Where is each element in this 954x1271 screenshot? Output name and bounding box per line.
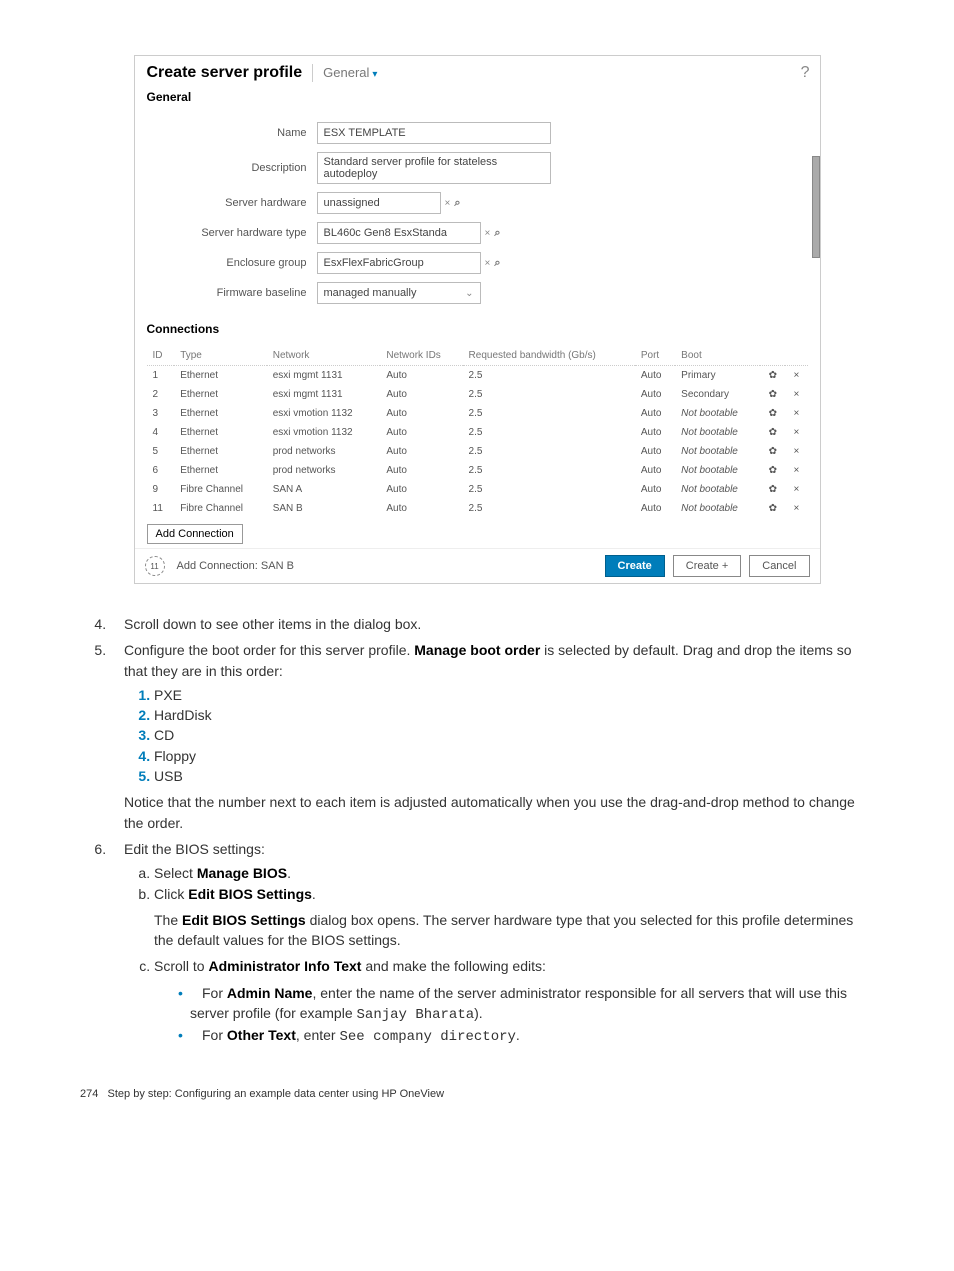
- col-network: Network: [267, 346, 381, 366]
- table-row: 3Ethernetesxi vmotion 1132Auto2.5AutoNot…: [147, 404, 808, 423]
- close-icon[interactable]: ×: [785, 461, 807, 480]
- step-6b: Click Edit BIOS Settings. The Edit BIOS …: [154, 884, 874, 951]
- step-4: Scroll down to see other items in the di…: [110, 614, 874, 634]
- gear-icon[interactable]: ✿: [760, 366, 785, 386]
- table-row: 11Fibre ChannelSAN BAuto2.5AutoNot boota…: [147, 499, 808, 518]
- boot-order-item: USB: [154, 766, 874, 786]
- network-link[interactable]: esxi mgmt 1131: [267, 385, 381, 404]
- boot-order-item: CD: [154, 725, 874, 745]
- label-server-hardware: Server hardware: [147, 197, 317, 209]
- col-requested-bw: Requested bandwidth (Gb/s): [463, 346, 635, 366]
- gear-icon[interactable]: ✿: [760, 461, 785, 480]
- section-dropdown[interactable]: General▾: [323, 65, 377, 80]
- search-icon[interactable]: ⌕: [454, 197, 460, 210]
- gear-icon[interactable]: ✿: [760, 404, 785, 423]
- network-link[interactable]: prod networks: [267, 461, 381, 480]
- label-server-hardware-type: Server hardware type: [147, 227, 317, 239]
- gear-icon[interactable]: ✿: [760, 480, 785, 499]
- create-button[interactable]: Create: [605, 555, 665, 577]
- close-icon[interactable]: ×: [785, 499, 807, 518]
- gear-icon[interactable]: ✿: [760, 423, 785, 442]
- document-body: Scroll down to see other items in the di…: [80, 614, 874, 1100]
- server-hardware-type-input[interactable]: BL460c Gen8 EsxStanda: [317, 222, 481, 244]
- table-row: 4Ethernetesxi vmotion 1132Auto2.5AutoNot…: [147, 423, 808, 442]
- gear-icon[interactable]: ✿: [760, 499, 785, 518]
- clear-icon[interactable]: ×: [485, 228, 491, 239]
- col-id: ID: [147, 346, 175, 366]
- network-link[interactable]: esxi vmotion 1132: [267, 423, 381, 442]
- bullet-other-text: For Other Text, enter See company direct…: [190, 1025, 874, 1047]
- close-icon[interactable]: ×: [785, 366, 807, 386]
- label-firmware-baseline: Firmware baseline: [147, 287, 317, 299]
- page-footer: 274 Step by step: Configuring an example…: [80, 1088, 874, 1100]
- enclosure-group-input[interactable]: EsxFlexFabricGroup: [317, 252, 481, 274]
- close-icon[interactable]: ×: [785, 442, 807, 461]
- close-icon[interactable]: ×: [785, 480, 807, 499]
- boot-order-item: PXE: [154, 685, 874, 705]
- close-icon[interactable]: ×: [785, 385, 807, 404]
- col-type: Type: [174, 346, 267, 366]
- step-6a: Select Manage BIOS.: [154, 863, 874, 883]
- table-row: 9Fibre ChannelSAN AAuto2.5AutoNot bootab…: [147, 480, 808, 499]
- step-6c: Scroll to Administrator Info Text and ma…: [154, 956, 874, 1047]
- label-enclosure-group: Enclosure group: [147, 257, 317, 269]
- server-hardware-input[interactable]: unassigned: [317, 192, 441, 214]
- boot-order-item: Floppy: [154, 746, 874, 766]
- search-icon[interactable]: ⌕: [494, 227, 500, 240]
- network-link[interactable]: SAN A: [267, 480, 381, 499]
- table-row: 5Ethernetprod networksAuto2.5AutoNot boo…: [147, 442, 808, 461]
- cancel-button[interactable]: Cancel: [749, 555, 809, 577]
- step-5: Configure the boot order for this server…: [110, 640, 874, 833]
- description-input[interactable]: Standard server profile for stateless au…: [317, 152, 551, 184]
- create-server-profile-dialog: Create server profile General▾ ? General…: [134, 55, 821, 584]
- dialog-title: Create server profile: [147, 64, 314, 82]
- bullet-admin-name: For Admin Name, enter the name of the se…: [190, 983, 874, 1026]
- close-icon[interactable]: ×: [785, 404, 807, 423]
- gear-icon[interactable]: ✿: [760, 385, 785, 404]
- connections-table: ID Type Network Network IDs Requested ba…: [147, 346, 808, 518]
- clear-icon[interactable]: ×: [485, 258, 491, 269]
- col-boot: Boot: [675, 346, 760, 366]
- close-icon[interactable]: ×: [785, 423, 807, 442]
- label-name: Name: [147, 127, 317, 139]
- scrollbar[interactable]: [812, 156, 820, 258]
- search-icon[interactable]: ⌕: [494, 257, 500, 270]
- create-plus-button[interactable]: Create +: [673, 555, 742, 577]
- network-link[interactable]: esxi vmotion 1132: [267, 404, 381, 423]
- table-row: 6Ethernetprod networksAuto2.5AutoNot boo…: [147, 461, 808, 480]
- boot-order-item: HardDisk: [154, 705, 874, 725]
- network-link[interactable]: esxi mgmt 1131: [267, 366, 381, 386]
- gear-icon[interactable]: ✿: [760, 442, 785, 461]
- name-input[interactable]: ESX TEMPLATE: [317, 122, 551, 144]
- footer-status-text: Add Connection: SAN B: [177, 560, 294, 572]
- label-description: Description: [147, 162, 317, 174]
- table-row: 1Ethernetesxi mgmt 1131Auto2.5AutoPrimar…: [147, 366, 808, 386]
- chevron-down-icon: ▾: [372, 69, 377, 80]
- section-connections-label: Connections: [135, 318, 820, 340]
- col-port: Port: [635, 346, 675, 366]
- add-connection-button[interactable]: Add Connection: [147, 524, 243, 544]
- step-6: Edit the BIOS settings: Select Manage BI…: [110, 839, 874, 1048]
- help-icon[interactable]: ?: [801, 64, 810, 82]
- section-general-label: General: [135, 86, 820, 108]
- progress-badge-icon: 11: [145, 556, 165, 576]
- network-link[interactable]: prod networks: [267, 442, 381, 461]
- clear-icon[interactable]: ×: [445, 198, 451, 209]
- firmware-baseline-select[interactable]: managed manually ⌄: [317, 282, 481, 304]
- table-row: 2Ethernetesxi mgmt 1131Auto2.5AutoSecond…: [147, 385, 808, 404]
- chevron-down-icon: ⌄: [465, 288, 473, 299]
- col-network-ids: Network IDs: [380, 346, 462, 366]
- network-link[interactable]: SAN B: [267, 499, 381, 518]
